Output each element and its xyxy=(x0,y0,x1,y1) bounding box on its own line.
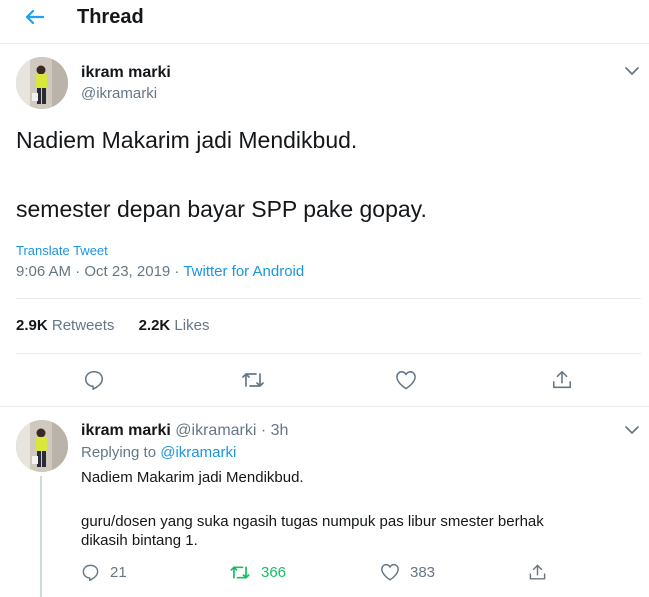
reply-retweet-button[interactable]: 366 xyxy=(229,561,286,583)
retweet-count: 366 xyxy=(261,563,287,581)
tweet-menu-button[interactable] xyxy=(623,62,641,80)
retweets-label: Retweets xyxy=(51,317,115,334)
share-icon[interactable] xyxy=(528,563,547,582)
page-title: Thread xyxy=(77,6,144,28)
reply-icon[interactable] xyxy=(81,563,100,582)
chevron-down-icon[interactable] xyxy=(625,425,639,435)
thread-line xyxy=(40,476,42,597)
reply-text-line-3: dikasih bintang 1. xyxy=(81,532,198,549)
reply-menu-button[interactable] xyxy=(623,421,641,439)
share-button[interactable] xyxy=(549,367,575,393)
retweet-icon[interactable] xyxy=(229,563,251,582)
like-button[interactable] xyxy=(393,367,419,393)
tweet-meta: 9:06 AM · Oct 23, 2019 · Twitter for And… xyxy=(16,262,304,281)
retweets-stat[interactable]: 2.9K Retweets xyxy=(16,316,114,335)
header: Thread xyxy=(0,0,649,44)
retweet-button[interactable] xyxy=(240,367,266,393)
replying-mention[interactable]: @ikramarki xyxy=(160,444,236,461)
reply-text-line-2: guru/dosen yang suka ngasih tugas numpuk… xyxy=(81,513,544,530)
reply-handle-time[interactable]: @ikramarki · 3h xyxy=(175,422,288,439)
likes-stat[interactable]: 2.2K Likes xyxy=(139,316,210,335)
share-icon[interactable] xyxy=(551,369,573,391)
author-name[interactable]: ikram marki xyxy=(81,63,171,82)
like-icon[interactable] xyxy=(395,370,417,390)
tweet-text-line-1: Nadiem Makarim jadi Mendikbud. xyxy=(16,127,358,153)
avatar[interactable] xyxy=(16,57,68,109)
likes-label: Likes xyxy=(174,317,210,334)
reply-avatar[interactable] xyxy=(16,420,68,472)
divider xyxy=(0,406,649,407)
tweet-timestamp: 9:06 AM · Oct 23, 2019 · xyxy=(16,263,184,280)
divider xyxy=(16,298,641,299)
retweets-count: 2.9K xyxy=(16,317,48,334)
reply-icon[interactable] xyxy=(83,369,105,391)
back-arrow-icon[interactable] xyxy=(24,9,44,25)
like-icon[interactable] xyxy=(380,563,400,581)
reply-reply-button[interactable]: 21 xyxy=(81,561,127,583)
likes-count: 2.2K xyxy=(138,317,171,334)
tweet-text-line-2: semester depan bayar SPP pake gopay. xyxy=(16,196,427,222)
reply-count: 21 xyxy=(110,563,127,581)
replying-to: Replying to @ikramarki xyxy=(81,443,236,462)
reply-share-button[interactable] xyxy=(528,561,557,583)
like-count: 383 xyxy=(410,563,436,581)
divider xyxy=(16,353,641,354)
tweet-stats: 2.9K Retweets 2.2K Likes xyxy=(16,316,209,335)
reply-button[interactable] xyxy=(81,367,107,393)
retweet-icon[interactable] xyxy=(241,369,265,391)
chevron-down-icon[interactable] xyxy=(625,66,639,76)
reply-text-line-1: Nadiem Makarim jadi Mendikbud. xyxy=(81,469,304,486)
translate-tweet-link[interactable]: Translate Tweet xyxy=(16,243,108,259)
reply-author-name[interactable]: ikram marki xyxy=(81,422,171,439)
reply-author: ikram marki @ikramarki · 3h xyxy=(81,421,288,440)
replying-prefix: Replying to xyxy=(81,444,161,461)
back-button[interactable] xyxy=(18,5,50,29)
reply-like-button[interactable]: 383 xyxy=(380,561,435,583)
tweet-source-link[interactable]: Twitter for Android xyxy=(183,263,304,280)
author-handle[interactable]: @ikramarki xyxy=(81,84,157,103)
